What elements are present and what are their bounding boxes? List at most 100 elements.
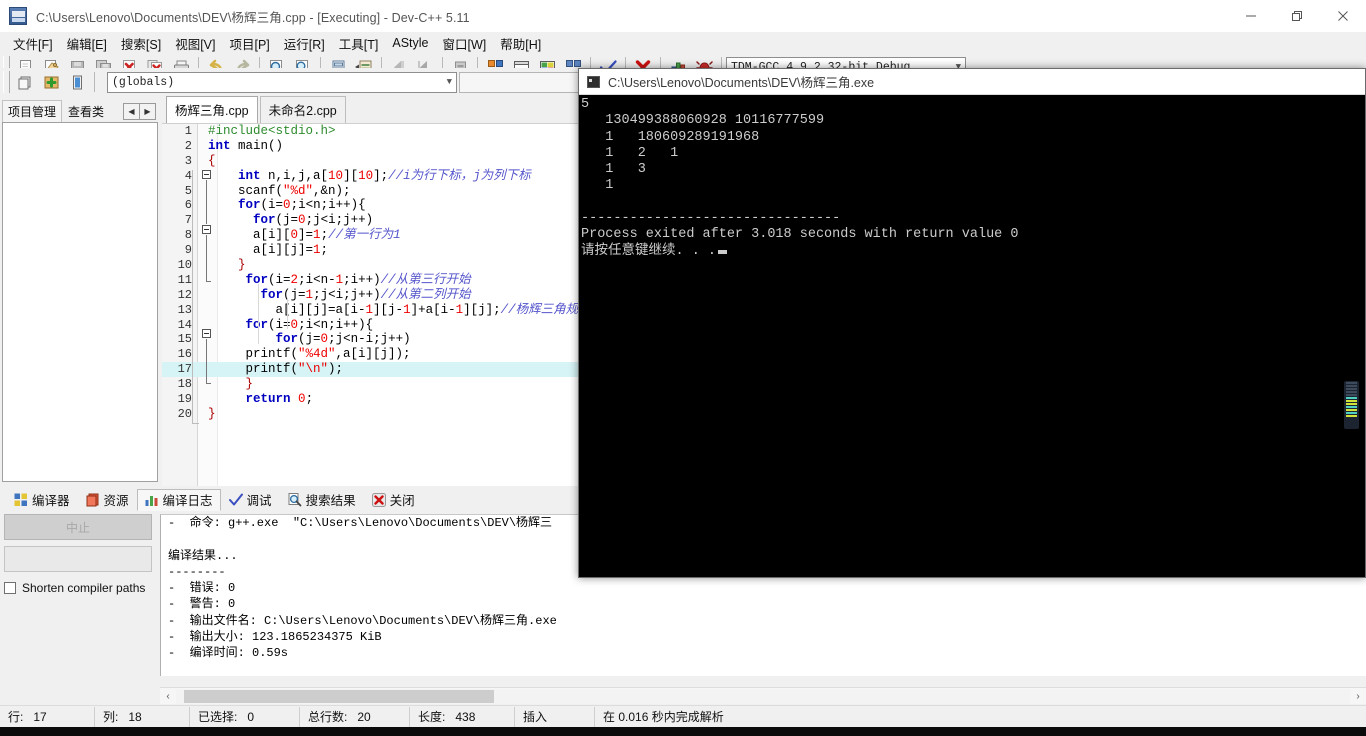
menu-project[interactable]: 项目[P] xyxy=(222,32,276,55)
status-row: 行: 17 xyxy=(0,706,95,727)
menu-run[interactable]: 运行[R] xyxy=(277,32,332,55)
eq-bar xyxy=(1346,415,1357,417)
status-total-lines: 总行数: 20 xyxy=(300,706,410,727)
tab-debug[interactable]: 调试 xyxy=(221,489,280,511)
code-token: for xyxy=(245,317,269,332)
scope-select[interactable]: (globals) ▼ xyxy=(107,71,457,93)
scroll-left-icon[interactable]: ‹ xyxy=(160,691,176,702)
tab-resources[interactable]: 资源 xyxy=(78,489,137,511)
code-token: } xyxy=(238,258,246,273)
code-line-text: { xyxy=(208,154,216,169)
add-to-project-icon[interactable] xyxy=(13,71,37,94)
menu-view[interactable]: 视图[V] xyxy=(168,32,222,55)
editor-tab-yanghui[interactable]: 杨辉三角.cpp xyxy=(166,96,258,123)
line-number: 8 xyxy=(184,228,192,243)
code-token: for xyxy=(260,287,284,302)
abort-button[interactable]: 中止 xyxy=(4,514,152,540)
left-dock-panel: 项目管理 查看类 ◀ ▶ xyxy=(0,99,160,486)
menu-tools[interactable]: 工具[T] xyxy=(332,32,386,55)
status-total-lines-label: 总行数: xyxy=(308,710,348,724)
status-insert-mode-label: 插入 xyxy=(523,710,548,724)
status-col: 列: 18 xyxy=(95,706,190,727)
code-line-text: } xyxy=(208,258,246,273)
code-token: ;j<n-i;j++) xyxy=(328,332,411,347)
console-line: 5 xyxy=(581,97,590,112)
menu-edit[interactable]: 编辑[E] xyxy=(60,32,114,55)
code-token: 10 xyxy=(358,168,374,183)
console-window[interactable]: C:\Users\Lenovo\Documents\DEV\杨辉三角.exe 5… xyxy=(578,68,1366,578)
chevron-down-icon: ▼ xyxy=(446,77,452,87)
code-token: //从第二列开始 xyxy=(380,287,471,302)
tab-compile-log[interactable]: 编译日志 xyxy=(136,488,221,511)
tab-search-results[interactable]: 搜索结果 xyxy=(280,489,364,511)
console-output[interactable]: 5 130499388060928 10116777599 1 18060928… xyxy=(579,95,1365,577)
shorten-paths-checkbox[interactable] xyxy=(4,582,16,594)
fold-spine-main xyxy=(192,170,193,423)
code-token: int xyxy=(208,138,231,153)
menu-file[interactable]: 文件[F] xyxy=(6,32,60,55)
code-token: a[i][ xyxy=(208,228,291,243)
fold-box-line3[interactable] xyxy=(202,170,211,179)
menu-astyle[interactable]: AStyle xyxy=(385,34,435,52)
restore-button[interactable] xyxy=(1274,0,1320,32)
compile-progress-bar xyxy=(4,546,152,572)
status-length: 长度: 438 xyxy=(410,706,515,727)
log-line: - 警告: 0 xyxy=(168,597,236,612)
tab-scroll-left-button[interactable]: ◀ xyxy=(123,102,140,120)
log-line: - 输出文件名: C:\Users\Lenovo\Documents\DEV\杨… xyxy=(168,613,557,628)
code-token: 2 xyxy=(290,272,299,287)
line-number: 14 xyxy=(177,317,192,332)
status-selected-label: 已选择: xyxy=(198,710,238,724)
shorten-paths-row[interactable]: Shorten compiler paths xyxy=(4,581,156,595)
line-number: 16 xyxy=(177,347,192,362)
code-token: ; xyxy=(320,243,329,258)
code-token: 0 xyxy=(283,198,291,213)
eq-bar xyxy=(1346,385,1357,387)
resource-icon xyxy=(86,493,100,507)
log-hscroll-thumb[interactable] xyxy=(184,689,494,703)
log-icon xyxy=(145,493,159,507)
code-token: ;i<n- xyxy=(298,272,336,287)
status-col-label: 列: xyxy=(103,710,119,724)
window-controls xyxy=(1228,0,1366,32)
code-token: 1 xyxy=(305,287,314,302)
left-dock-tabs: 项目管理 查看类 ◀ ▶ xyxy=(0,99,160,123)
log-horizontal-scrollbar[interactable]: ‹ › xyxy=(160,687,1366,704)
status-insert-mode: 插入 xyxy=(515,706,595,727)
code-line-text: a[i][j]=a[i-1][j-1]+a[i-1][j];//杨辉三角规律 xyxy=(208,303,591,318)
status-col-value: 18 xyxy=(128,709,142,724)
line-number: 15 xyxy=(177,332,192,347)
project-tree[interactable] xyxy=(2,122,158,482)
menu-help[interactable]: 帮助[H] xyxy=(493,32,548,55)
log-hscroll-track[interactable] xyxy=(176,688,1350,704)
tab-scroll-right-button[interactable]: ▶ xyxy=(139,102,156,120)
editor-tab-untitled2[interactable]: 未命名2.cpp xyxy=(259,96,346,123)
console-line: 1 3 xyxy=(581,162,646,178)
status-selected: 已选择: 0 xyxy=(190,706,300,727)
toggle-bookmark-icon[interactable] xyxy=(65,71,89,94)
toolbar-grip-2[interactable] xyxy=(3,71,10,93)
equalizer-indicator-icon xyxy=(1344,381,1359,429)
tab-project-manager[interactable]: 项目管理 xyxy=(2,99,63,123)
tab-class-browser[interactable]: 查看类 xyxy=(62,100,110,123)
close-button[interactable] xyxy=(1320,0,1366,32)
insert-icon[interactable] xyxy=(39,71,63,94)
line-number: 10 xyxy=(177,258,192,273)
menu-search[interactable]: 搜索[S] xyxy=(114,32,168,55)
tab-close-panel[interactable]: 关闭 xyxy=(364,489,423,511)
code-token: ;j<i;j++) xyxy=(313,287,381,302)
fold-line-14 xyxy=(206,339,207,383)
menu-window[interactable]: 窗口[W] xyxy=(436,32,494,55)
minimize-button[interactable] xyxy=(1228,0,1274,32)
fold-box-line14[interactable] xyxy=(202,329,211,338)
code-line-text: return 0; xyxy=(208,392,314,407)
scroll-right-icon[interactable]: › xyxy=(1350,691,1366,702)
code-token: return xyxy=(245,392,291,407)
fold-box-line6[interactable] xyxy=(202,225,211,234)
code-token: } xyxy=(245,377,254,392)
code-token: 0 xyxy=(298,213,306,228)
line-number: 4 xyxy=(184,168,192,183)
tab-compiler[interactable]: 编译器 xyxy=(6,489,78,511)
log-line: - 编译时间: 0.59s xyxy=(168,646,289,661)
